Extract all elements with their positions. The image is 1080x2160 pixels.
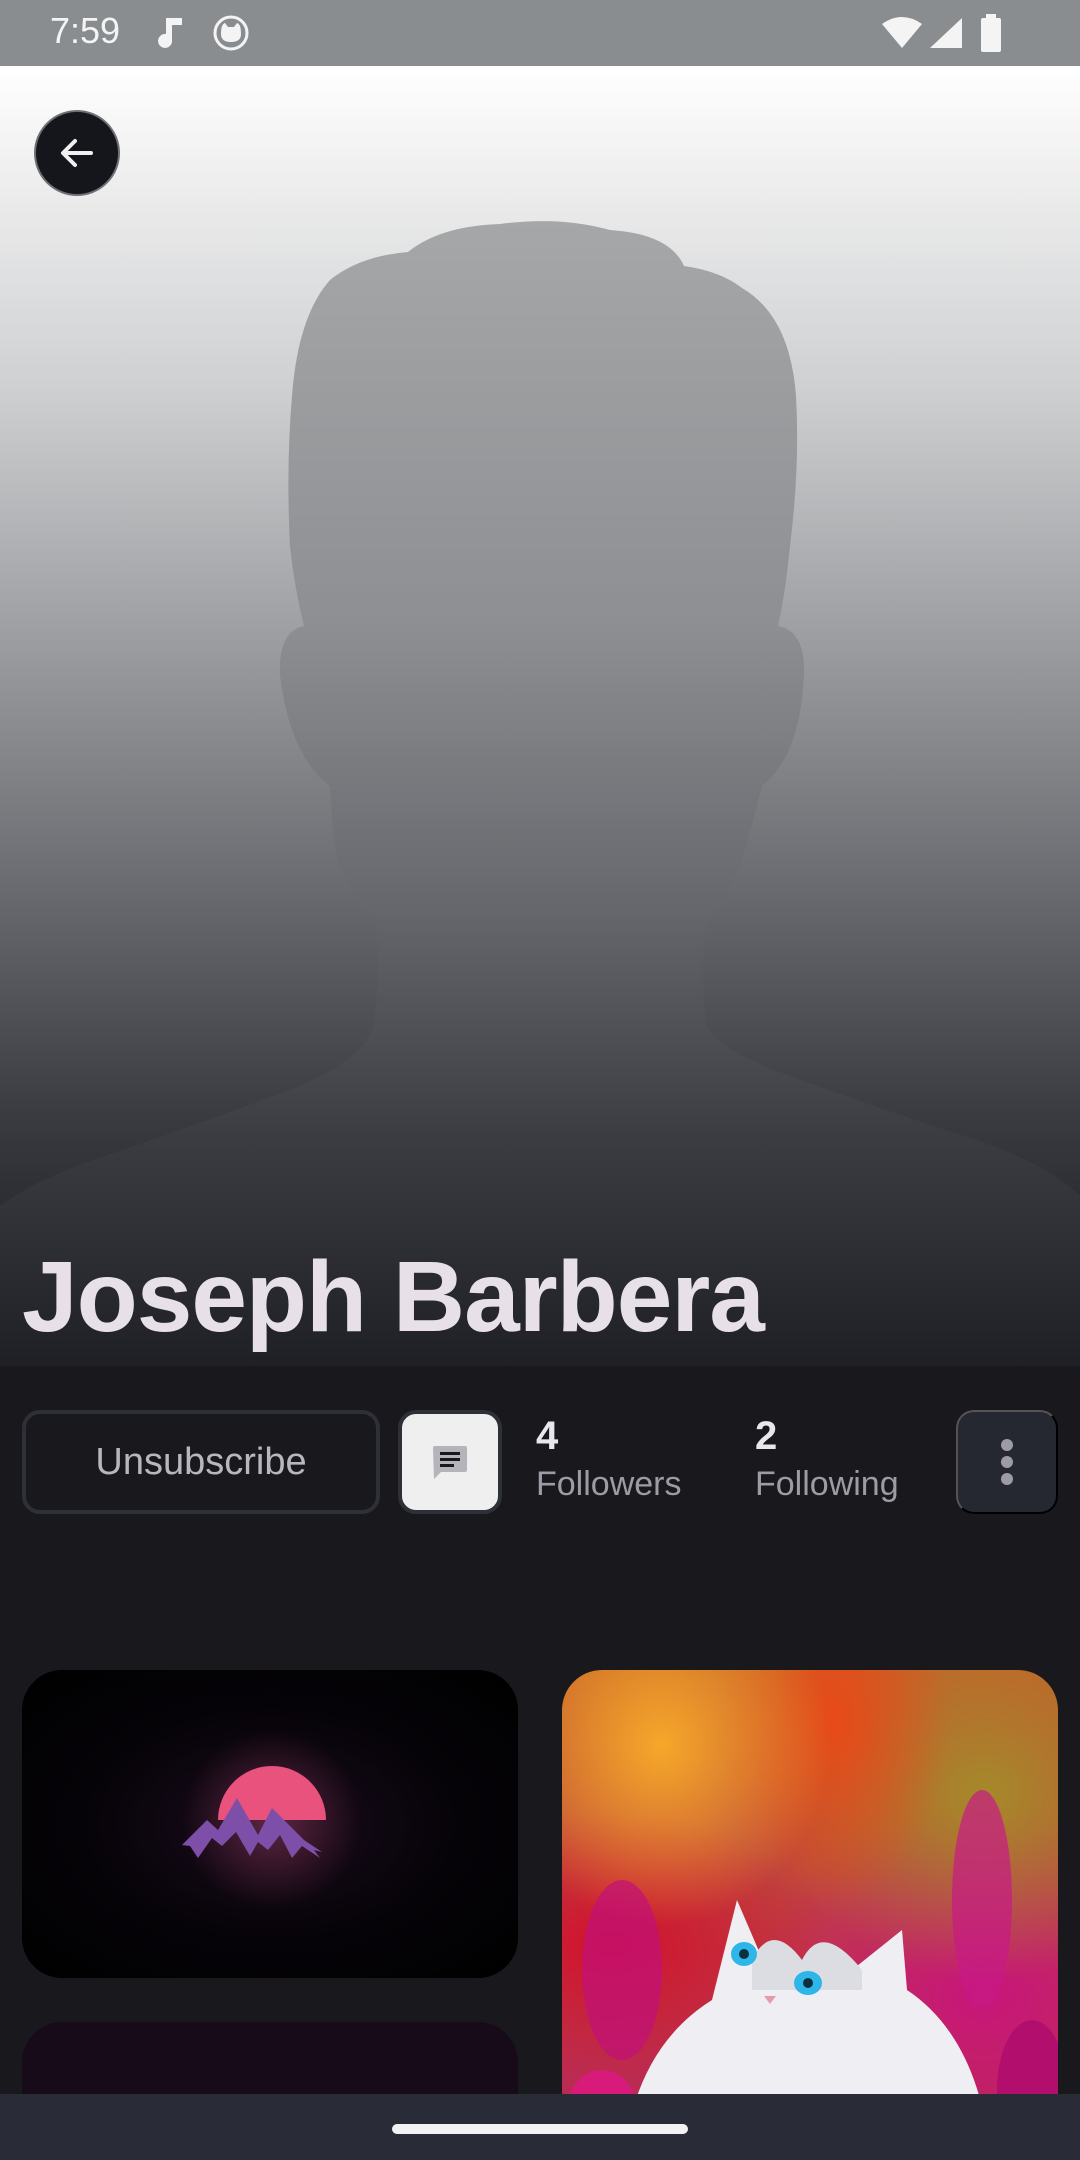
home-gesture-handle[interactable] [392,2124,688,2134]
profile-screen: 7:59 Joseph Barbera Unsubscribe 4 Follow… [0,0,1080,2160]
message-button[interactable] [398,1410,502,1514]
more-options-button[interactable] [956,1410,1058,1514]
profile-name: Joseph Barbera [22,1241,765,1353]
mountain-logo-image [182,1730,362,1910]
chat-bubble-icon [433,1446,467,1479]
status-bar: 7:59 [0,0,1080,66]
back-button[interactable] [34,110,120,196]
music-note-icon [154,14,188,55]
more-vertical-icon [1001,1439,1013,1485]
battery-icon [980,14,1002,57]
navigation-bar [0,2094,1080,2160]
following-count: 2 [755,1414,778,1458]
profile-avatar [0,66,1080,1366]
unsubscribe-button[interactable]: Unsubscribe [22,1410,380,1514]
post-card[interactable] [562,1670,1058,2160]
followers-count: 4 [536,1414,559,1458]
cat-face-icon [212,14,250,57]
post-card[interactable] [22,1670,518,1978]
person-silhouette-icon [0,221,1080,1366]
followers-stat[interactable]: 4 Followers [536,1414,681,1504]
white-kitten-image [567,1790,1058,2160]
arrow-left-icon [61,139,93,167]
wifi-icon [880,16,924,55]
following-stat[interactable]: 2 Following [755,1414,899,1504]
following-label: Following [755,1465,899,1503]
followers-label: Followers [536,1465,682,1503]
cell-signal-icon [928,16,964,55]
status-time: 7:59 [50,10,121,51]
